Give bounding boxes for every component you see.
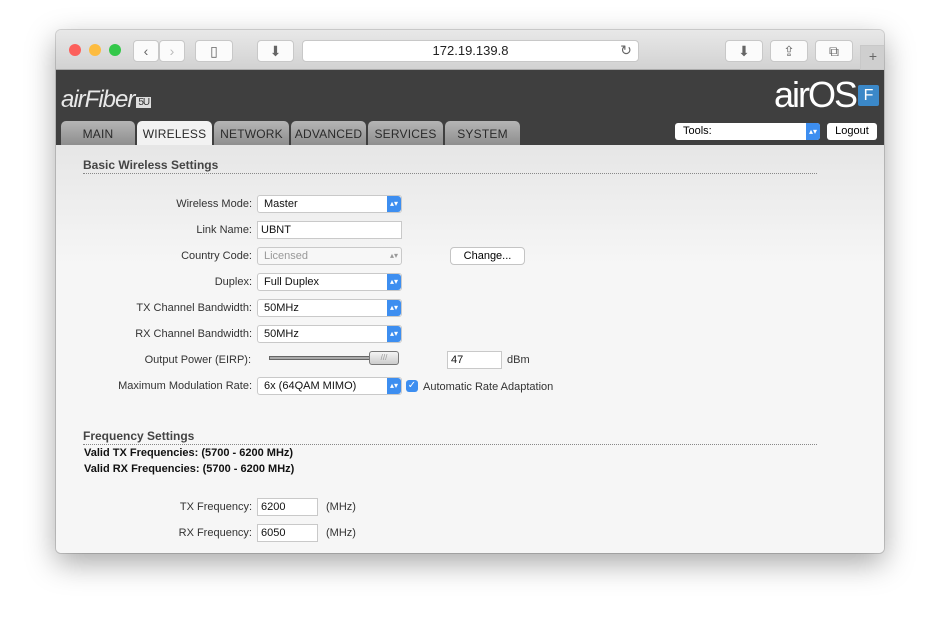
duplex-label: Duplex: — [214, 276, 252, 288]
share-icon[interactable]: ⇪ — [770, 40, 808, 62]
reload-icon[interactable]: ↻ — [616, 40, 636, 62]
tx-bandwidth-label: TX Channel Bandwidth: — [136, 302, 252, 314]
new-tab-button[interactable]: + — [860, 45, 884, 70]
duplex-select[interactable]: Full Duplex ▴▾ — [257, 273, 402, 291]
chevron-updown-icon: ▴▾ — [387, 274, 401, 290]
link-name-label: Link Name: — [196, 224, 252, 236]
tab-network[interactable]: NETWORK — [214, 121, 289, 145]
tab-advanced[interactable]: ADVANCED — [291, 121, 366, 145]
output-power-label: Output Power (EIRP): — [144, 354, 251, 366]
wireless-mode-select[interactable]: Master ▴▾ — [257, 195, 402, 213]
link-name-input[interactable]: UBNT — [257, 221, 402, 239]
logout-button[interactable]: Logout — [827, 123, 877, 140]
zoom-button[interactable] — [109, 44, 121, 56]
tab-system[interactable]: SYSTEM — [445, 121, 520, 145]
chevron-updown-icon: ▴▾ — [387, 326, 401, 342]
change-button[interactable]: Change... — [450, 247, 525, 265]
back-button[interactable]: ‹ — [133, 40, 159, 62]
browser-window: ‹ › ▯ ⬇ 172.19.139.8 ↻ ⬇ ⇪ ⧉ + airFiber 5… — [56, 30, 884, 553]
sidebar-icon[interactable]: ▯ — [195, 40, 233, 62]
chevron-updown-icon: ▴▾ — [387, 300, 401, 316]
browser-toolbar: ‹ › ▯ ⬇ 172.19.139.8 ↻ ⬇ ⇪ ⧉ + — [56, 30, 884, 70]
chevron-updown-icon: ▴▾ — [387, 378, 401, 394]
close-button[interactable] — [69, 44, 81, 56]
basic-wireless-title: Basic Wireless Settings — [83, 158, 817, 174]
chevron-updown-icon: ▴▾ — [389, 251, 399, 260]
output-power-input[interactable]: 47 — [447, 351, 502, 369]
address-bar[interactable]: 172.19.139.8 — [302, 40, 639, 62]
forward-button[interactable]: › — [159, 40, 185, 62]
tx-frequency-label: TX Frequency: — [179, 501, 252, 513]
mod-rate-label: Maximum Modulation Rate: — [118, 380, 252, 392]
airos-logo: airOS — [773, 74, 858, 115]
rx-bandwidth-select[interactable]: 50MHz ▴▾ — [257, 325, 402, 343]
tabs-icon[interactable]: ⧉ — [815, 40, 853, 62]
tab-main[interactable]: MAIN — [61, 121, 135, 145]
country-code-select: Licensed ▴▾ — [257, 247, 402, 265]
valid-rx-frequencies: Valid RX Frequencies: (5700 - 6200 MHz) — [84, 463, 295, 475]
rx-frequency-input[interactable]: 6050 — [257, 524, 318, 542]
app-header: airFiber 5U airOS F MAIN WIRELESS NETWORK… — [56, 70, 884, 146]
tab-services[interactable]: SERVICES — [368, 121, 443, 145]
downloads-icon[interactable]: ⬇ — [257, 40, 294, 62]
tx-frequency-unit: (MHz) — [326, 501, 356, 513]
airos-f-badge: F — [858, 85, 879, 106]
country-code-label: Country Code: — [181, 250, 252, 262]
tools-select[interactable]: Tools: ▴▾ — [675, 123, 820, 140]
output-power-slider-thumb[interactable]: /// — [369, 351, 399, 365]
chevron-updown-icon: ▴▾ — [806, 123, 820, 140]
chevron-updown-icon: ▴▾ — [387, 196, 401, 212]
valid-tx-frequencies: Valid TX Frequencies: (5700 - 6200 MHz) — [84, 447, 294, 459]
minimize-button[interactable] — [89, 44, 101, 56]
tx-bandwidth-select[interactable]: 50MHz ▴▾ — [257, 299, 402, 317]
auto-rate-checkbox[interactable]: ✓ — [406, 380, 418, 392]
rx-frequency-unit: (MHz) — [326, 527, 356, 539]
rx-bandwidth-label: RX Channel Bandwidth: — [135, 328, 252, 340]
tx-frequency-input[interactable]: 6200 — [257, 498, 318, 516]
wireless-mode-label: Wireless Mode: — [176, 198, 252, 210]
wireless-settings-panel: Basic Wireless Settings Wireless Mode: M… — [56, 145, 884, 553]
frequency-settings-title: Frequency Settings — [83, 429, 817, 445]
tab-wireless[interactable]: WIRELESS — [137, 121, 212, 146]
auto-rate-label: Automatic Rate Adaptation — [423, 381, 554, 393]
dbm-unit: dBm — [507, 354, 530, 366]
rx-frequency-label: RX Frequency: — [178, 527, 252, 539]
mod-rate-select[interactable]: 6x (64QAM MIMO) ▴▾ — [257, 377, 402, 395]
download-icon[interactable]: ⬇ — [725, 40, 763, 62]
airfiber-logo: airFiber 5U — [61, 86, 152, 113]
